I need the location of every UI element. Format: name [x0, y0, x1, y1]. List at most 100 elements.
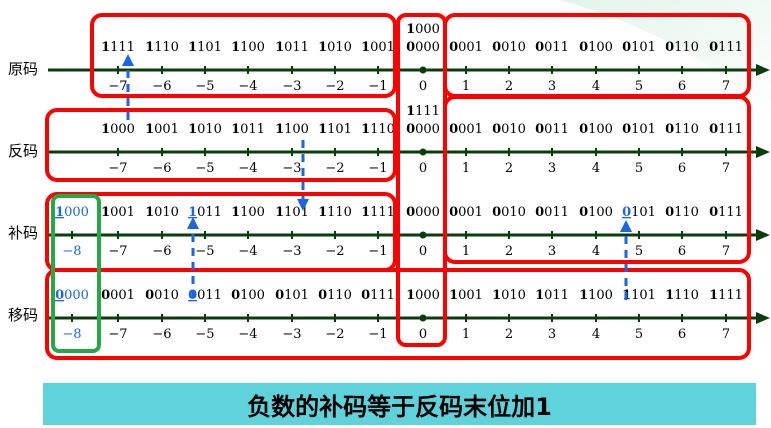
- tick-label: 2: [505, 161, 513, 176]
- code-label: 1100: [275, 122, 309, 137]
- tick-label: 1: [462, 327, 470, 342]
- code-label: 0111: [709, 122, 743, 137]
- sign-bit: 1: [665, 288, 674, 303]
- tick-label: −6: [152, 79, 171, 94]
- value-bits: 000: [110, 122, 135, 137]
- value-bits: 011: [197, 205, 222, 220]
- sign-bit: 1: [188, 122, 197, 137]
- value-bits: 111: [718, 288, 743, 303]
- tick-label: 6: [678, 244, 686, 259]
- tick-label: −4: [238, 79, 257, 94]
- value-bits: 011: [544, 40, 569, 55]
- value-bits: 100: [588, 288, 613, 303]
- value-bits: 011: [544, 288, 569, 303]
- sign-bit: 0: [449, 205, 458, 220]
- sign-bit: 1: [145, 122, 154, 137]
- code-label: 0010: [492, 122, 526, 137]
- value-bits: 010: [154, 205, 179, 220]
- code-label: 0110: [318, 288, 352, 303]
- sign-bit: 0: [275, 288, 284, 303]
- code-label: 1011: [231, 122, 265, 137]
- value-bits: 100: [588, 205, 613, 220]
- sign-bit: 1: [231, 40, 240, 55]
- row-label-yima: 移码: [8, 306, 38, 324]
- sign-bit: 0: [406, 122, 415, 137]
- sign-bit: 1: [361, 205, 370, 220]
- value-bits: 111: [370, 205, 395, 220]
- value-bits: 110: [370, 122, 395, 137]
- sign-bit: 1: [535, 288, 544, 303]
- code-label: 1111: [709, 288, 743, 303]
- tick-label: 1: [462, 161, 470, 176]
- sign-bit: 1: [275, 122, 284, 137]
- zero-dot: [419, 148, 427, 156]
- tick-label: 0: [419, 327, 427, 342]
- code-label: 0101: [275, 288, 309, 303]
- value-bits: 110: [674, 288, 699, 303]
- tick-label: −7: [108, 244, 127, 259]
- sign-bit: 0: [665, 122, 674, 137]
- value-bits: 011: [544, 205, 569, 220]
- tick-label: −7: [108, 327, 127, 342]
- tick-label: −6: [152, 327, 171, 342]
- code-label: 1011: [275, 40, 309, 55]
- sign-bit: 1: [188, 205, 197, 220]
- value-bits: 100: [240, 205, 265, 220]
- tick-label: −1: [368, 79, 387, 94]
- code-label: 1000: [101, 122, 135, 137]
- code-label: 1110: [145, 40, 179, 55]
- tick-label: 4: [592, 161, 600, 176]
- value-bits: 011: [197, 288, 222, 303]
- sign-bit: 1: [318, 40, 327, 55]
- tick-label: −4: [238, 244, 257, 259]
- summary-banner: 负数的补码等于反码末位加1: [43, 383, 756, 425]
- code-label: 1110: [665, 288, 699, 303]
- sign-bit: 1: [55, 205, 64, 220]
- zero-dot: [419, 231, 427, 239]
- code-label: 1001: [449, 288, 483, 303]
- value-bits: 101: [631, 40, 656, 55]
- sign-bit: 1: [406, 288, 415, 303]
- sign-bit: 1: [101, 205, 110, 220]
- sign-bit: 0: [709, 122, 718, 137]
- number-line-diagram: 原码 反码 补码 移码 −7 −6 −5 −4 −3 −2 −1 0 1 2 3 4 5 6 71111 11…: [8, 0, 771, 360]
- sign-bit: 1: [406, 22, 415, 37]
- sign-bit: 0: [579, 122, 588, 137]
- value-bits: 001: [458, 40, 483, 55]
- tick-label: 6: [678, 79, 686, 94]
- code-label: 0100: [579, 40, 613, 55]
- tick-label: 2: [505, 244, 513, 259]
- value-bits: 001: [154, 122, 179, 137]
- code-label: 1001: [145, 122, 179, 137]
- value-bits: 100: [240, 288, 265, 303]
- code-label: 1110: [361, 122, 395, 137]
- row-label-yuanma: 原码: [8, 60, 38, 78]
- tick-label: −3: [282, 79, 301, 94]
- code-label: 0110: [665, 205, 699, 220]
- tick-label: −5: [195, 327, 214, 342]
- value-bits: 100: [240, 40, 265, 55]
- value-bits: 000: [64, 205, 89, 220]
- value-bits: 111: [110, 40, 135, 55]
- value-bits: 001: [458, 205, 483, 220]
- code-label: 1100: [231, 205, 265, 220]
- frames: [45, 13, 751, 360]
- value-bits: 000: [415, 288, 440, 303]
- sign-bit: 0: [665, 40, 674, 55]
- tick-label: −8: [62, 244, 81, 259]
- tick-label: 3: [548, 244, 556, 259]
- code-label: 1010: [188, 122, 222, 137]
- value-bits: 110: [154, 40, 179, 55]
- code-label: 1111: [406, 104, 440, 119]
- code-label: 1101: [318, 122, 352, 137]
- value-bits: 111: [718, 40, 743, 55]
- sign-bit: 1: [188, 40, 197, 55]
- arrowhead-up-1: [122, 54, 134, 66]
- tick-label: −2: [325, 161, 344, 176]
- tick-label: 6: [678, 161, 686, 176]
- tick-label: 4: [592, 244, 600, 259]
- corner-decoration: [560, 0, 771, 120]
- value-bits: 000: [64, 288, 89, 303]
- tick-label: 0: [419, 79, 427, 94]
- sign-bit: 0: [492, 122, 501, 137]
